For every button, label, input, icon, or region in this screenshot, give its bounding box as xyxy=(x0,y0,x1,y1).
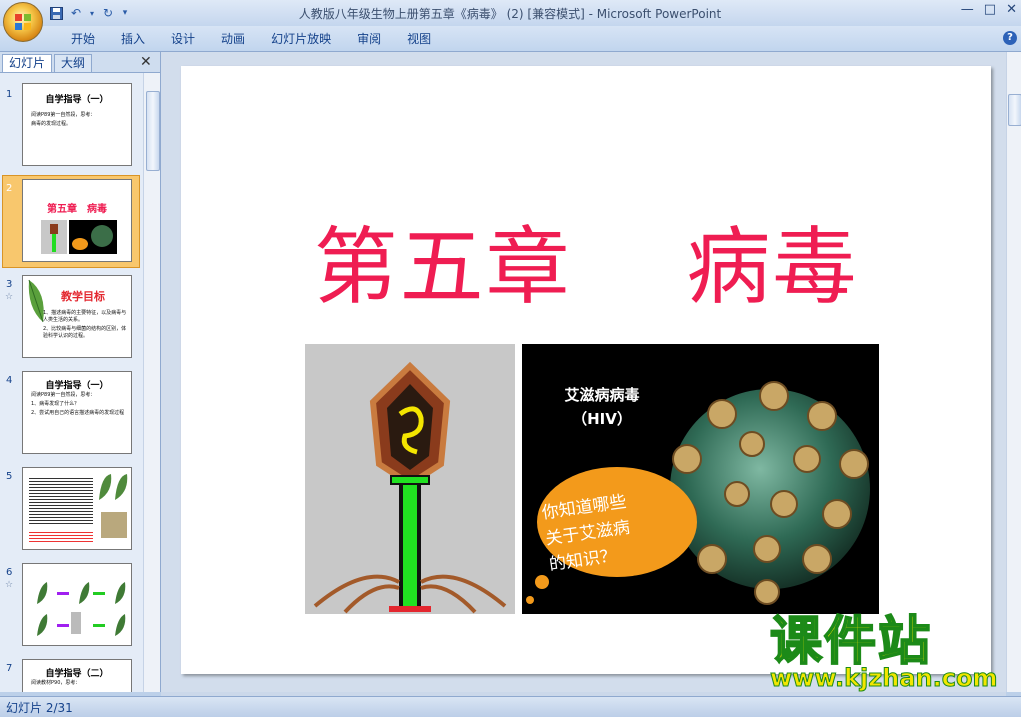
slide-thumbnail-6[interactable] xyxy=(22,563,132,646)
tab-animations[interactable]: 动画 xyxy=(208,30,258,48)
thumb-number: 7 xyxy=(6,663,13,674)
thumb-number: 5 xyxy=(6,471,13,482)
thumb-number: 1 xyxy=(6,89,13,100)
maximize-button[interactable]: □ xyxy=(984,2,996,17)
thumb-line: 阅读P89第一自然段，思考： xyxy=(31,392,96,398)
thumb-line: 阅读教材P90，思考： xyxy=(31,680,81,686)
thumb-red-text xyxy=(29,530,93,544)
slide-indicator: 幻灯片 2/31 xyxy=(6,701,73,715)
window-title: 人教版八年级生物上册第五章《病毒》 (2) [兼容模式] - Microsoft… xyxy=(298,7,722,21)
customize-toolbar-icon[interactable]: ▾ xyxy=(120,5,130,21)
scrollbar-thumb[interactable] xyxy=(146,91,160,171)
undo-dropdown-icon[interactable]: ▾ xyxy=(88,5,96,21)
thumb-leaf-image xyxy=(99,474,128,500)
slide-thumbnail-1[interactable]: 自学指导（一） 阅读P89第一自然段，思考： 病毒的发现过程。 xyxy=(22,83,132,166)
thumb-title: 自学指导（二） xyxy=(45,669,109,679)
tab-slideshow[interactable]: 幻灯片放映 xyxy=(258,30,344,48)
slide-title[interactable]: 第五章 病毒 xyxy=(181,200,991,321)
thumb-hiv-image xyxy=(69,220,117,254)
slide-thumbnail-7[interactable]: 自学指导（二） 阅读教材P90，思考： xyxy=(22,659,132,692)
scrollbar-thumb[interactable] xyxy=(1008,94,1021,126)
slide-thumbnail-4[interactable]: 自学指导（一） 阅读P89第一自然段，思考： 1、病毒发现了什么？ 2、尝试用自… xyxy=(22,371,132,454)
thumb-line: 1、病毒发现了什么？ xyxy=(31,401,80,407)
hiv-label-line1: 艾滋病病毒 xyxy=(564,386,640,404)
thumb-line: 2、比较病毒与细菌的结构的区别，体验科学认识的过程。 xyxy=(43,326,127,339)
thumb-text-block xyxy=(29,476,93,526)
undo-icon[interactable]: ↶ xyxy=(68,5,84,21)
office-button[interactable] xyxy=(3,2,43,42)
thumb-line: 病毒的发现过程。 xyxy=(31,121,72,127)
thumb-number: 4 xyxy=(6,375,13,386)
hiv-label: 艾滋病病毒 （HIV） xyxy=(552,383,652,431)
quick-access-toolbar: ↶ ▾ ↻ ▾ xyxy=(48,4,130,22)
thumbnail-list: 1 自学指导（一） 阅读P89第一自然段，思考： 病毒的发现过程。 2 第五章 … xyxy=(0,73,143,692)
thumb-leaf-diagram xyxy=(37,582,126,636)
thumb-title: 教学目标 xyxy=(61,290,105,303)
watermark-brand: 课件站 xyxy=(769,611,933,673)
tab-outline[interactable]: 大纲 xyxy=(54,54,93,72)
panel-tabs: 幻灯片 大纲 xyxy=(0,52,160,73)
tab-design[interactable]: 设计 xyxy=(158,30,208,48)
status-bar xyxy=(0,696,1021,717)
thumb-photo xyxy=(101,512,127,538)
slide-thumbnail-2[interactable]: 第五章 病毒 xyxy=(22,179,132,262)
animation-star-icon: ☆ xyxy=(5,292,14,302)
bacteriophage-illustration xyxy=(313,361,507,614)
close-button[interactable]: ✕ xyxy=(1006,2,1017,17)
help-icon[interactable]: ? xyxy=(1003,31,1017,45)
office-logo-icon xyxy=(15,14,31,30)
thumb-phage-image xyxy=(41,220,67,254)
thumb-number: 2 xyxy=(6,183,13,194)
tab-review[interactable]: 审阅 xyxy=(344,30,394,48)
thumb-line: 1、描述病毒的主要特征，以及病毒与人类生活的关系。 xyxy=(43,310,127,323)
thumb-title: 自学指导（一） xyxy=(45,381,109,391)
thumb-line: 阅读P89第一自然段，思考： xyxy=(31,112,96,118)
animation-star-icon: ☆ xyxy=(5,580,14,590)
hiv-label-line2: （HIV） xyxy=(572,410,632,428)
window-controls: — □ ✕ xyxy=(961,2,1017,17)
thumb-number: 6 xyxy=(6,567,13,578)
thumb-title: 第五章 病毒 xyxy=(47,204,107,215)
bacteriophage-image[interactable] xyxy=(305,344,515,614)
redo-icon[interactable]: ↻ xyxy=(100,5,116,21)
save-icon[interactable] xyxy=(48,5,64,21)
thumb-line: 2、尝试用自己的语言描述病毒的发现过程 xyxy=(31,410,125,416)
thumbnail-scrollbar[interactable] xyxy=(143,73,160,692)
slide-scrollbar[interactable] xyxy=(1006,52,1021,692)
minimize-button[interactable]: — xyxy=(961,2,974,17)
tab-slides[interactable]: 幻灯片 xyxy=(2,54,53,72)
tab-view[interactable]: 视图 xyxy=(394,30,444,48)
tab-insert[interactable]: 插入 xyxy=(108,30,158,48)
slide-thumbnail-5[interactable] xyxy=(22,467,132,550)
ribbon-tabs: 开始 插入 设计 动画 幻灯片放映 审阅 视图 xyxy=(58,30,444,48)
slide-thumbnail-3[interactable]: 教学目标 1、描述病毒的主要特征，以及病毒与人类生活的关系。 2、比较病毒与细菌… xyxy=(22,275,132,358)
thumb-number: 3 xyxy=(6,279,13,290)
panel-close-icon[interactable]: ✕ xyxy=(140,54,152,70)
tab-home[interactable]: 开始 xyxy=(58,30,108,48)
watermark-url: www.kjzhan.com xyxy=(769,664,998,693)
thumb-title: 自学指导（一） xyxy=(45,95,109,105)
